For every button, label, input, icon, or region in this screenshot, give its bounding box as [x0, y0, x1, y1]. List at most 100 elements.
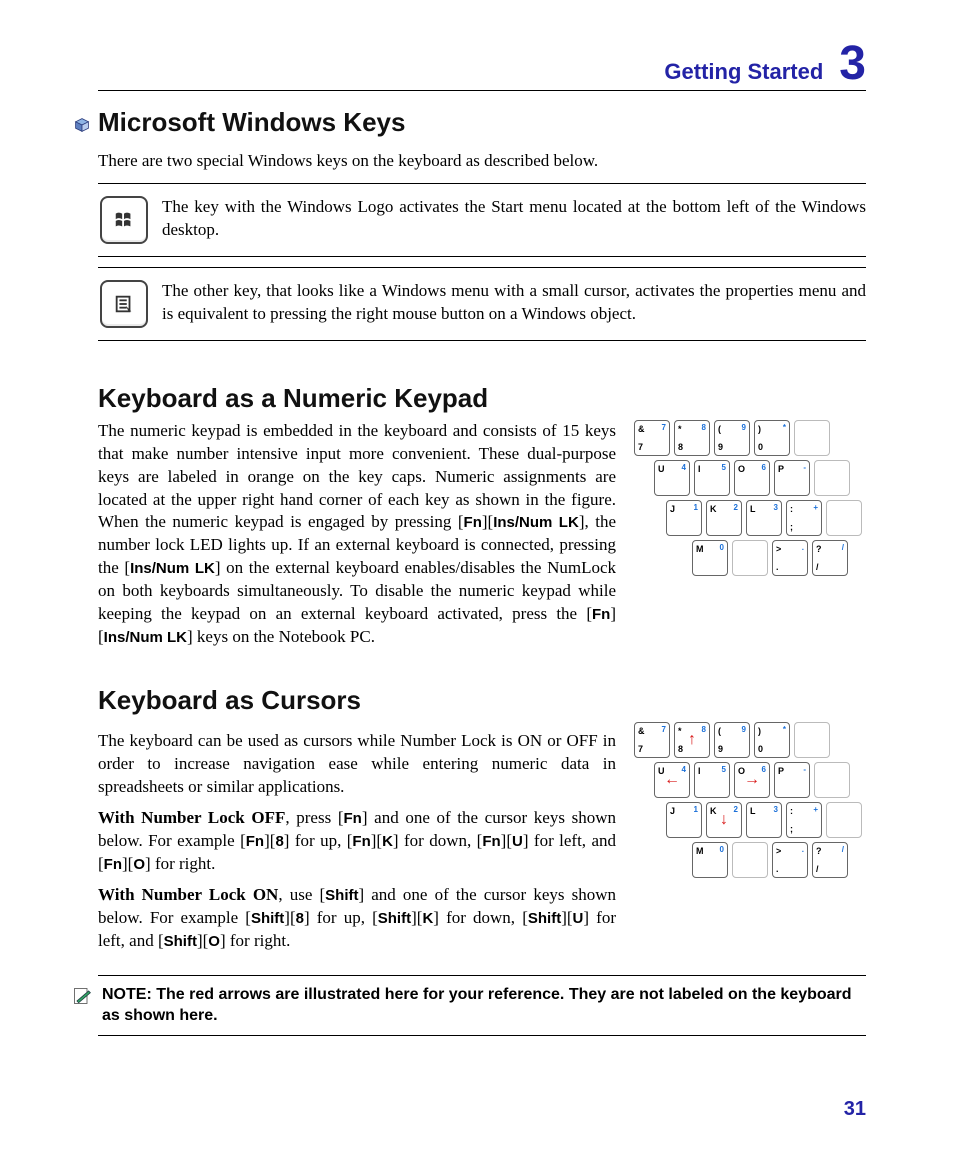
section-heading-cursors: Keyboard as Cursors [98, 683, 866, 718]
key-label: Fn [344, 810, 362, 827]
cursors-para1: The keyboard can be used as cursors whil… [98, 730, 616, 799]
key-blank [814, 762, 850, 798]
winkey-row-logo: The key with the Windows Logo activates … [98, 183, 866, 257]
key: J1 [666, 500, 702, 536]
page-number: 31 [98, 1096, 866, 1123]
key: (99 [714, 420, 750, 456]
key-label: K [422, 910, 433, 927]
arrow-icon: ↑ [688, 732, 696, 748]
key: I5 [694, 762, 730, 798]
arrow-icon: → [744, 772, 760, 788]
cursors-block: The keyboard can be used as cursors whil… [98, 722, 866, 960]
key: M0 [692, 540, 728, 576]
winkey-logo-description: The key with the Windows Logo activates … [162, 196, 866, 242]
key-label: Fn [352, 833, 370, 850]
numpad-body: The numeric keypad is embedded in the ke… [98, 420, 616, 649]
numlock-off-lead: With Number Lock OFF [98, 808, 285, 827]
key-blank [732, 842, 768, 878]
key: *88↑ [674, 722, 710, 758]
keypad-row: J1K2↓L3:;+ [666, 802, 866, 838]
keypad-row: &77*88↑(99)0* [634, 722, 866, 758]
key: >.. [772, 540, 808, 576]
key: *88 [674, 420, 710, 456]
key-label: Fn [482, 833, 500, 850]
cursors-text: The keyboard can be used as cursors whil… [98, 722, 616, 960]
cursors-off: With Number Lock OFF, press [Fn] and one… [98, 807, 616, 876]
arrow-icon: ← [664, 772, 680, 788]
key-label: Shift [251, 910, 284, 927]
keypad-row: J1K2L3:;+ [666, 500, 866, 536]
cursors-figure: &77*88↑(99)0*U4←I5O6→P-J1K2↓L3:;+M0>..?/… [634, 722, 866, 882]
key: O6 [734, 460, 770, 496]
key-numlk: Ins/Num LK [104, 629, 187, 646]
cube-icon [72, 107, 92, 142]
numpad-figure: &77*88(99)0*U4I5O6P-J1K2L3:;+M0>..?// [634, 420, 866, 580]
note-box: NOTE: The red arrows are illustrated her… [98, 975, 866, 1036]
winkey-menu-description: The other key, that looks like a Windows… [162, 280, 866, 326]
key-label: U [512, 833, 523, 850]
note-text: NOTE: The red arrows are illustrated her… [102, 984, 866, 1027]
key: :;+ [786, 500, 822, 536]
body-4: ] keys on the Notebook PC. [187, 627, 375, 646]
heading-text: Keyboard as Cursors [98, 685, 361, 715]
key: )0* [754, 722, 790, 758]
chapter-number: 3 [839, 40, 866, 88]
key-label: Shift [164, 933, 197, 950]
key-numlk: Ins/Num LK [130, 560, 215, 577]
page-header: Getting Started 3 [98, 40, 866, 91]
key-label: 8 [275, 833, 283, 850]
key-blank [826, 802, 862, 838]
key: &77 [634, 722, 670, 758]
numpad-block: The numeric keypad is embedded in the ke… [98, 420, 866, 649]
key: &77 [634, 420, 670, 456]
key: U4← [654, 762, 690, 798]
key: ?// [812, 842, 848, 878]
key-blank [794, 722, 830, 758]
key: M0 [692, 842, 728, 878]
keypad-row: M0>..?// [692, 540, 866, 576]
key-fn: Fn [592, 606, 610, 623]
key: L3 [746, 802, 782, 838]
key: )0* [754, 420, 790, 456]
heading-text: Keyboard as a Numeric Keypad [98, 383, 488, 413]
key: I5 [694, 460, 730, 496]
keypad-row: &77*88(99)0* [634, 420, 866, 456]
key-blank [826, 500, 862, 536]
key-label: Shift [528, 910, 561, 927]
sep: ][ [482, 512, 493, 531]
key-blank [732, 540, 768, 576]
key-fn: Fn [464, 514, 482, 531]
key: P- [774, 460, 810, 496]
numlock-on-lead: With Number Lock ON [98, 885, 278, 904]
winkey-row-menu: The other key, that looks like a Windows… [98, 267, 866, 341]
key-label: U [573, 910, 584, 927]
key-numlk: Ins/Num LK [493, 514, 579, 531]
key-label: Fn [104, 856, 122, 873]
key-blank [794, 420, 830, 456]
key-label: Fn [246, 833, 264, 850]
key-label: Shift [378, 910, 411, 927]
key-label: O [133, 856, 145, 873]
key: K2↓ [706, 802, 742, 838]
section-heading-winkeys: Microsoft Windows Keys [98, 105, 866, 142]
cursors-on: With Number Lock ON, use [Shift] and one… [98, 884, 616, 953]
key-label: Shift [325, 887, 358, 904]
key: (99 [714, 722, 750, 758]
key: K2 [706, 500, 742, 536]
arrow-icon: ↓ [720, 812, 728, 828]
context-menu-key-icon [100, 280, 148, 328]
key: U4 [654, 460, 690, 496]
key-label: 8 [296, 910, 304, 927]
key: >.. [772, 842, 808, 878]
header-title: Getting Started [664, 57, 839, 87]
windows-logo-key-icon [100, 196, 148, 244]
key-label: K [382, 833, 393, 850]
winkeys-intro: There are two special Windows keys on th… [98, 150, 866, 173]
keypad-row: U4←I5O6→P- [654, 762, 866, 798]
key-blank [814, 460, 850, 496]
key: P- [774, 762, 810, 798]
key-label: O [208, 933, 220, 950]
section-heading-numpad: Keyboard as a Numeric Keypad [98, 381, 866, 416]
note-icon [72, 986, 92, 1006]
key: :;+ [786, 802, 822, 838]
